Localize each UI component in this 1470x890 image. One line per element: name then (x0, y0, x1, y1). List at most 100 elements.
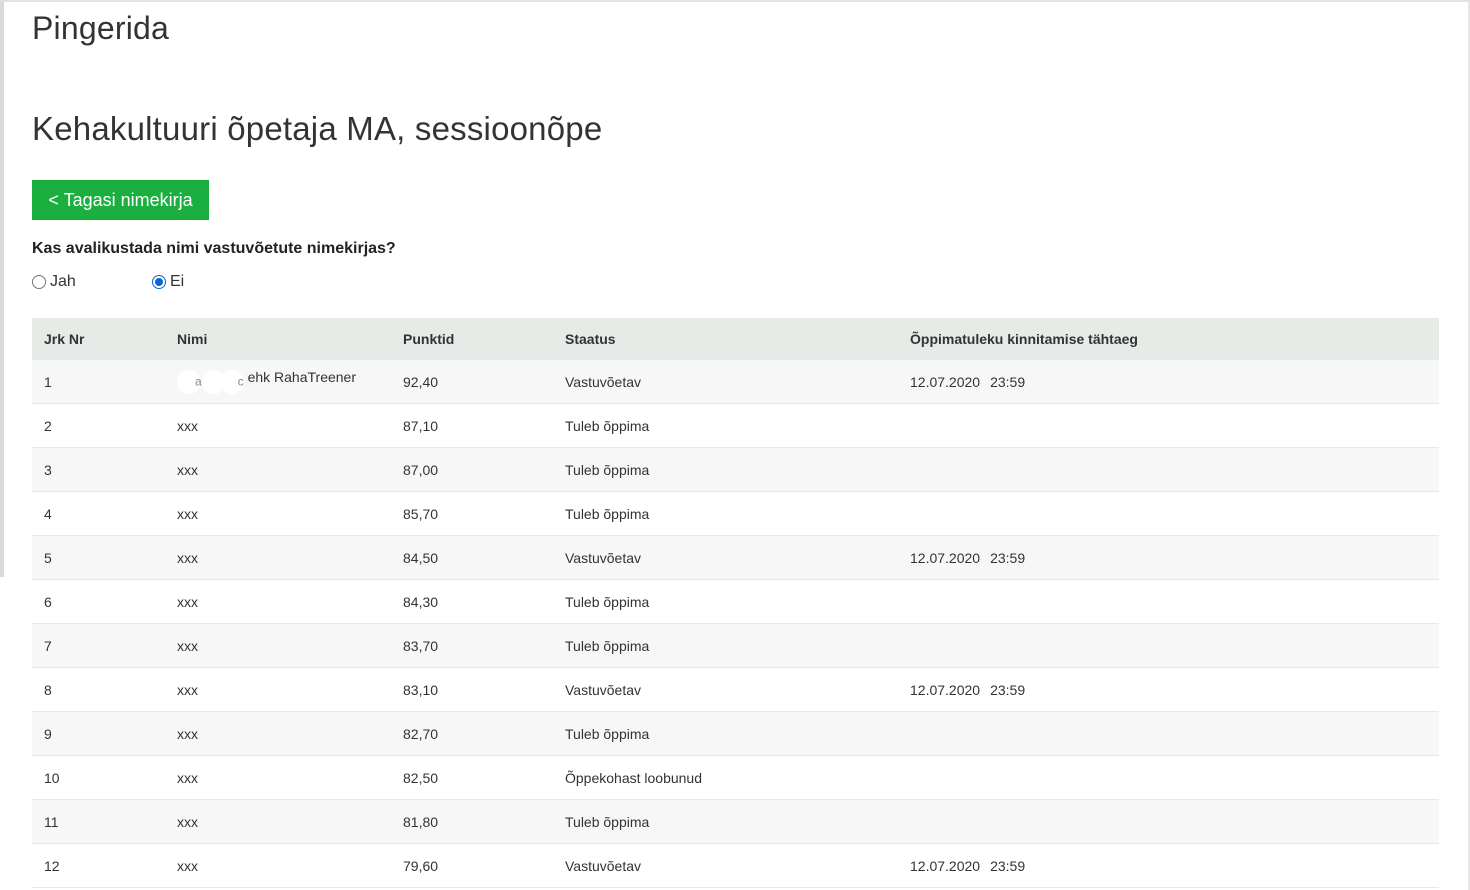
table-row: 8 xxx 83,10 Vastuvõetav 12.07.2020 23:59 (32, 667, 1439, 712)
name-fragment: a (195, 374, 202, 389)
cell-deadline: 12.07.2020 23:59 (898, 360, 1439, 404)
radio-label-ei: Ei (170, 273, 185, 290)
ranking-table: Jrk Nr Nimi Punktid Staatus Õppimatuleku… (32, 318, 1439, 888)
cell-points: 92,40 (391, 360, 553, 404)
table-row: 5 xxx 84,50 Vastuvõetav 12.07.2020 23:59 (32, 535, 1439, 580)
page-title: Pingerida (32, 10, 170, 46)
deadline-date: 12.07.2020 (910, 549, 981, 566)
back-to-list-button[interactable]: < Tagasi nimekirja (32, 180, 209, 220)
cell-status: Tuleb õppima (553, 579, 898, 624)
cell-name: xxx (165, 623, 391, 668)
cell-status: Tuleb õppima (553, 447, 898, 492)
deadline-date: 12.07.2020 (910, 681, 981, 698)
cell-deadline (898, 403, 1439, 448)
cell-nr: 10 (32, 755, 165, 800)
cell-name: xxx (165, 491, 391, 536)
cell-points: 83,70 (391, 623, 553, 668)
header-status: Staatus (553, 318, 898, 360)
cell-points: 79,60 (391, 843, 553, 888)
table-row: 6 xxx 84,30 Tuleb õppima (32, 579, 1439, 624)
radio-option-jah[interactable]: Jah (32, 272, 76, 292)
deadline-time: 23:59 (990, 373, 1026, 390)
cell-deadline (898, 447, 1439, 492)
cell-points: 85,70 (391, 491, 553, 536)
cell-status: Vastuvõetav (553, 535, 898, 580)
cell-nr: 9 (32, 711, 165, 756)
cell-status: Tuleb õppima (553, 623, 898, 668)
cell-name: xxx (165, 535, 391, 580)
cell-deadline (898, 799, 1439, 844)
left-edge (0, 2, 4, 577)
cell-name: xxx (165, 843, 391, 888)
cell-nr: 11 (32, 799, 165, 844)
cell-nr: 5 (32, 535, 165, 580)
radio-ei[interactable] (152, 275, 166, 289)
deadline-date: 12.07.2020 (910, 373, 981, 390)
cell-status: Vastuvõetav (553, 667, 898, 712)
table-row: 3 xxx 87,00 Tuleb õppima (32, 447, 1439, 492)
program-title: Kehakultuuri õpetaja MA, sessioonõpe (32, 110, 603, 147)
cell-name: xxx (165, 711, 391, 756)
radio-option-ei[interactable]: Ei (152, 272, 184, 292)
cell-status: Tuleb õppima (553, 491, 898, 536)
name-fragment: c (237, 374, 244, 389)
deadline-time: 23:59 (990, 549, 1026, 566)
table-row: 9 xxx 82,70 Tuleb õppima (32, 711, 1439, 756)
deadline-time: 23:59 (990, 857, 1026, 874)
table-row: 1 a c ehk RahaTreener 92,40 Vastuvõetav 1… (32, 360, 1439, 404)
table-header-row: Jrk Nr Nimi Punktid Staatus Õppimatuleku… (32, 318, 1439, 360)
cell-points: 83,10 (391, 667, 553, 712)
cell-points: 87,00 (391, 447, 553, 492)
header-name: Nimi (165, 318, 391, 360)
cell-points: 82,70 (391, 711, 553, 756)
header-deadline: Õppimatuleku kinnitamise tähtaeg (898, 318, 1439, 360)
cell-nr: 8 (32, 667, 165, 712)
publish-question: Kas avalikustada nimi vastuvõetute nimek… (32, 240, 396, 257)
cell-status: Õppekohast loobunud (553, 755, 898, 800)
cell-points: 81,80 (391, 799, 553, 844)
top-border (0, 0, 1470, 2)
cell-points: 87,10 (391, 403, 553, 448)
cell-name: xxx (165, 447, 391, 492)
cell-nr: 7 (32, 623, 165, 668)
table-row: 12 xxx 79,60 Vastuvõetav 12.07.2020 23:59 (32, 843, 1439, 888)
cell-deadline: 12.07.2020 23:59 (898, 843, 1439, 888)
cell-nr: 6 (32, 579, 165, 624)
cell-deadline (898, 755, 1439, 800)
cell-nr: 1 (32, 360, 165, 404)
cell-deadline: 12.07.2020 23:59 (898, 667, 1439, 712)
cell-nr: 2 (32, 403, 165, 448)
cell-points: 84,30 (391, 579, 553, 624)
table-row: 7 xxx 83,70 Tuleb õppima (32, 623, 1439, 668)
header-nr: Jrk Nr (32, 318, 165, 360)
cell-status: Vastuvõetav (553, 360, 898, 404)
cell-deadline (898, 623, 1439, 668)
radio-jah[interactable] (32, 275, 46, 289)
cell-name: xxx (165, 579, 391, 624)
cell-status: Tuleb õppima (553, 799, 898, 844)
radio-label-jah: Jah (50, 273, 76, 290)
cell-name: xxx (165, 667, 391, 712)
cell-status: Tuleb õppima (553, 403, 898, 448)
cell-nr: 12 (32, 843, 165, 888)
name-text: ehk RahaTreener (247, 369, 357, 386)
cell-points: 82,50 (391, 755, 553, 800)
deadline-time: 23:59 (990, 681, 1026, 698)
table-row: 10 xxx 82,50 Õppekohast loobunud (32, 755, 1439, 800)
table-row: 4 xxx 85,70 Tuleb õppima (32, 491, 1439, 536)
cell-name: xxx (165, 799, 391, 844)
cell-points: 84,50 (391, 535, 553, 580)
deadline-date: 12.07.2020 (910, 857, 981, 874)
cell-deadline (898, 491, 1439, 536)
cell-name: a c ehk RahaTreener (165, 360, 391, 404)
header-points: Punktid (391, 318, 553, 360)
cell-deadline (898, 579, 1439, 624)
table-row: 11 xxx 81,80 Tuleb õppima (32, 799, 1439, 844)
cell-status: Tuleb õppima (553, 711, 898, 756)
table-row: 2 xxx 87,10 Tuleb õppima (32, 403, 1439, 448)
cell-deadline: 12.07.2020 23:59 (898, 535, 1439, 580)
cell-status: Vastuvõetav (553, 843, 898, 888)
cell-name: xxx (165, 755, 391, 800)
cell-nr: 4 (32, 491, 165, 536)
cell-nr: 3 (32, 447, 165, 492)
